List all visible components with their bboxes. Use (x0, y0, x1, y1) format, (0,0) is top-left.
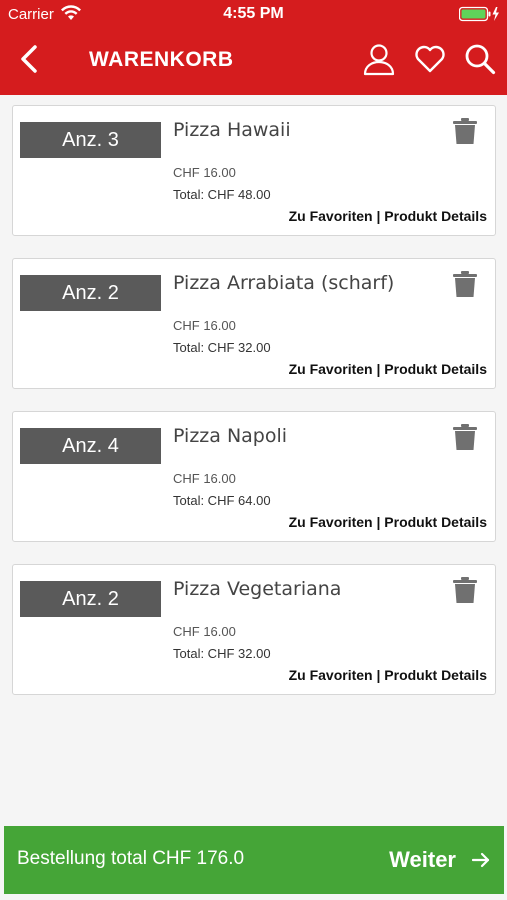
separator: | (372, 361, 385, 377)
header: Carrier 4:55 PM WARENKORB (0, 0, 507, 95)
add-to-favorites-link[interactable]: Zu Favoriten (289, 667, 373, 683)
trash-icon[interactable] (453, 577, 477, 603)
user-icon[interactable] (363, 43, 395, 77)
line-total: Total: CHF 64.00 (173, 493, 271, 508)
next-button[interactable]: Weiter (389, 844, 490, 876)
product-details-link[interactable]: Produkt Details (384, 667, 487, 683)
product-name: Pizza Hawaii (173, 119, 291, 141)
add-to-favorites-link[interactable]: Zu Favoriten (289, 514, 373, 530)
product-details-link[interactable]: Produkt Details (384, 361, 487, 377)
product-name: Pizza Napoli (173, 425, 288, 447)
item-actions: Zu Favoriten | Produkt Details (289, 667, 487, 683)
page-title: WARENKORB (89, 48, 234, 71)
back-icon[interactable] (14, 42, 44, 76)
arrow-right-icon (472, 852, 490, 868)
product-name: Pizza Arrabiata (scharf) (173, 272, 395, 294)
separator: | (372, 208, 385, 224)
product-details-link[interactable]: Produkt Details (384, 514, 487, 530)
product-name: Pizza Vegetariana (173, 578, 342, 600)
separator: | (372, 514, 385, 530)
order-footer: Bestellung total CHF 176.0 Weiter (4, 826, 504, 894)
cart-item: Anz. 3 Pizza Hawaii CHF 16.00 Total: CHF… (12, 105, 496, 236)
item-actions: Zu Favoriten | Produkt Details (289, 514, 487, 530)
next-label: Weiter (389, 847, 456, 872)
unit-price: CHF 16.00 (173, 165, 236, 180)
line-total: Total: CHF 32.00 (173, 646, 271, 661)
battery-icon (459, 6, 499, 22)
unit-price: CHF 16.00 (173, 471, 236, 486)
navbar: WARENKORB (0, 28, 507, 95)
product-details-link[interactable]: Produkt Details (384, 208, 487, 224)
search-icon[interactable] (464, 43, 496, 75)
status-time: 4:55 PM (223, 5, 284, 22)
order-total: Bestellung total CHF 176.0 (17, 848, 245, 869)
cart-item: Anz. 2 Pizza Vegetariana CHF 16.00 Total… (12, 564, 496, 695)
unit-price: CHF 16.00 (173, 624, 236, 639)
status-bar: Carrier 4:55 PM (0, 0, 507, 28)
quantity-badge[interactable]: Anz. 2 (20, 275, 161, 311)
trash-icon[interactable] (453, 118, 477, 144)
add-to-favorites-link[interactable]: Zu Favoriten (289, 361, 373, 377)
quantity-badge[interactable]: Anz. 4 (20, 428, 161, 464)
add-to-favorites-link[interactable]: Zu Favoriten (289, 208, 373, 224)
trash-icon[interactable] (453, 424, 477, 450)
heart-icon[interactable] (414, 45, 446, 73)
trash-icon[interactable] (453, 271, 477, 297)
quantity-badge[interactable]: Anz. 2 (20, 581, 161, 617)
cart-item: Anz. 4 Pizza Napoli CHF 16.00 Total: CHF… (12, 411, 496, 542)
unit-price: CHF 16.00 (173, 318, 236, 333)
cart-item: Anz. 2 Pizza Arrabiata (scharf) CHF 16.0… (12, 258, 496, 389)
separator: | (372, 667, 385, 683)
item-actions: Zu Favoriten | Produkt Details (289, 208, 487, 224)
quantity-badge[interactable]: Anz. 3 (20, 122, 161, 158)
line-total: Total: CHF 32.00 (173, 340, 271, 355)
item-actions: Zu Favoriten | Produkt Details (289, 361, 487, 377)
line-total: Total: CHF 48.00 (173, 187, 271, 202)
